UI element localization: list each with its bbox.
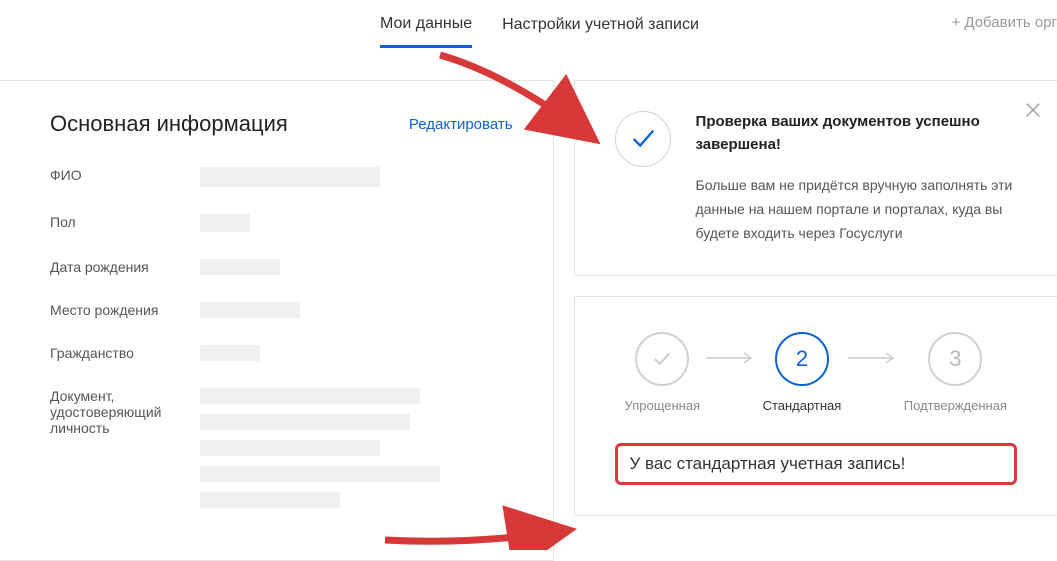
step-check-icon: [635, 332, 689, 386]
add-organization-link[interactable]: + Добавить орг: [951, 14, 1057, 31]
arrow-icon: [848, 351, 898, 369]
redacted-value: [200, 492, 340, 508]
step-simplified: Упрощенная: [625, 332, 701, 413]
redacted-value: [200, 414, 410, 430]
tab-my-data[interactable]: Мои данные: [380, 3, 472, 48]
field-label: Документ, удостоверяющий личность: [50, 388, 200, 436]
field-label: Гражданство: [50, 345, 200, 361]
step-standard: 2 Стандартная: [763, 332, 842, 413]
field-label: ФИО: [50, 167, 200, 183]
steps-indicator: Упрощенная 2 Стандартная 3 Подтвержденна…: [615, 327, 1017, 413]
step-label: Упрощенная: [625, 398, 701, 413]
notification-card: Проверка ваших документов успешно заверш…: [574, 80, 1057, 276]
tab-account-settings[interactable]: Настройки учетной записи: [502, 4, 699, 46]
redacted-value: [200, 345, 260, 361]
check-icon: [615, 111, 671, 167]
notification-description: Больше вам не придётся вручную заполнять…: [696, 174, 1017, 245]
redacted-value: [200, 214, 250, 232]
field-row-id-doc: Документ, удостоверяющий личность: [50, 388, 513, 508]
field-row-fio: ФИО: [50, 167, 513, 192]
step-label: Подтвержденная: [904, 398, 1007, 413]
close-icon[interactable]: [1024, 101, 1042, 124]
redacted-value: [200, 167, 380, 187]
field-label: Место рождения: [50, 302, 200, 318]
edit-link[interactable]: Редактировать: [409, 116, 513, 133]
tabs-bar: Мои данные Настройки учетной записи + До…: [0, 0, 1057, 50]
field-row-birthplace: Место рождения: [50, 302, 513, 323]
account-status-highlight: У вас стандартная учетная запись!: [615, 443, 1017, 485]
main-info-panel: Основная информация Редактировать ФИО По…: [0, 80, 554, 561]
step-label: Стандартная: [763, 398, 842, 413]
step-number: 2: [775, 332, 829, 386]
redacted-value: [200, 440, 380, 456]
field-label: Пол: [50, 214, 200, 230]
field-row-citizenship: Гражданство: [50, 345, 513, 366]
field-row-gender: Пол: [50, 214, 513, 237]
step-confirmed: 3 Подтвержденная: [904, 332, 1007, 413]
redacted-value: [200, 388, 420, 404]
main-info-title: Основная информация: [50, 111, 288, 137]
redacted-value: [200, 302, 300, 318]
redacted-value: [200, 259, 280, 275]
arrow-icon: [706, 351, 756, 369]
redacted-value: [200, 466, 440, 482]
notification-title: Проверка ваших документов успешно заверш…: [696, 111, 1017, 156]
step-number: 3: [928, 332, 982, 386]
account-level-card: Упрощенная 2 Стандартная 3 Подтвержденна…: [574, 296, 1057, 516]
field-row-dob: Дата рождения: [50, 259, 513, 280]
field-label: Дата рождения: [50, 259, 200, 275]
